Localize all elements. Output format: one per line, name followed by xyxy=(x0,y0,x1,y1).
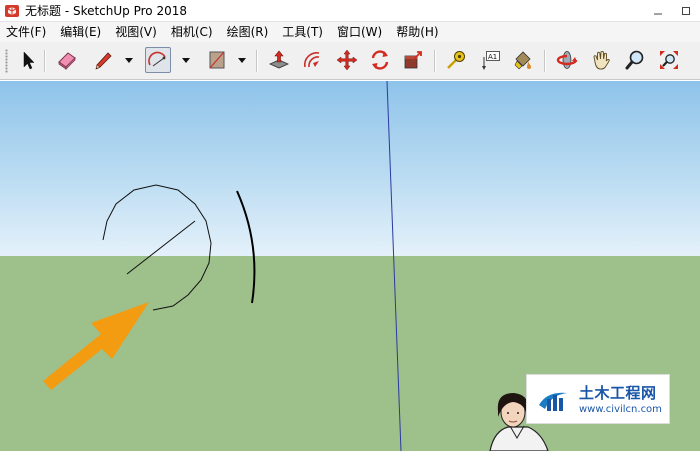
watermark-logo: 土木工程网 www.civilcn.com xyxy=(526,374,670,424)
menu-draw[interactable]: 绘图(R) xyxy=(220,22,276,42)
rectangle-shape-icon xyxy=(209,51,225,69)
window-controls xyxy=(644,0,700,22)
eraser-icon xyxy=(58,52,76,70)
watermark-title: 土木工程网 xyxy=(579,384,657,402)
arc-icon xyxy=(148,51,166,67)
tape-measure-icon xyxy=(447,51,465,69)
completed-arc[interactable] xyxy=(236,190,256,304)
menu-bar: 文件(F) 编辑(E) 视图(V) 相机(C) 绘图(R) 工具(T) 窗口(W… xyxy=(0,22,700,42)
offset-tool-button[interactable] xyxy=(299,47,325,73)
arc-tool-dropdown[interactable] xyxy=(180,47,192,73)
minimize-icon[interactable] xyxy=(644,0,672,22)
chevron-down-icon xyxy=(182,57,190,63)
scale-tool-button[interactable] xyxy=(400,47,426,73)
drawing-viewport[interactable]: 土木工程网 www.civilcn.com xyxy=(0,80,700,451)
civilcn-logo-icon xyxy=(539,392,567,411)
toolbar-grip[interactable] xyxy=(5,49,8,73)
line-tool-button[interactable] xyxy=(91,47,117,73)
text-tool-label: A1 xyxy=(488,53,497,61)
move-tool-button[interactable] xyxy=(334,47,360,73)
rectangle-tool-button[interactable] xyxy=(204,47,230,73)
toolbar-separator xyxy=(434,50,436,72)
sketchup-logo-icon xyxy=(5,4,19,17)
move-icon xyxy=(336,49,358,71)
paint-bucket-tool-button[interactable] xyxy=(510,47,536,73)
rotate-icon xyxy=(371,50,389,70)
window-title: 无标题 - SketchUp Pro 2018 xyxy=(25,4,187,18)
toolbar-separator xyxy=(256,50,258,72)
menu-edit[interactable]: 编辑(E) xyxy=(53,22,108,42)
pan-tool-button[interactable] xyxy=(588,47,614,73)
orbit-tool-button[interactable] xyxy=(554,47,580,73)
rotate-tool-button[interactable] xyxy=(367,47,393,73)
zoom-extents-tool-button[interactable] xyxy=(656,47,682,73)
maximize-icon[interactable] xyxy=(672,0,700,22)
large-toolset-toolbar: A1 xyxy=(0,42,700,80)
watermark-url: www.civilcn.com xyxy=(579,404,662,415)
menu-view[interactable]: 视图(V) xyxy=(108,22,164,42)
pan-hand-icon xyxy=(593,50,610,70)
menu-file[interactable]: 文件(F) xyxy=(0,22,53,42)
toolbar-separator xyxy=(544,50,546,72)
arc-in-progress[interactable] xyxy=(102,184,212,311)
arc-radius-line xyxy=(126,220,196,275)
zoom-icon xyxy=(625,50,644,70)
menu-tools[interactable]: 工具(T) xyxy=(275,22,330,42)
shape-tool-dropdown[interactable] xyxy=(236,47,248,73)
title-bar: 无标题 - SketchUp Pro 2018 xyxy=(0,0,700,22)
offset-icon xyxy=(304,52,320,68)
menu-help[interactable]: 帮助(H) xyxy=(389,22,445,42)
line-tool-dropdown[interactable] xyxy=(123,47,135,73)
arc-tool-button[interactable] xyxy=(145,47,171,73)
push-pull-tool-button[interactable] xyxy=(266,47,292,73)
zoom-tool-button[interactable] xyxy=(622,47,648,73)
eraser-tool-button[interactable] xyxy=(54,47,80,73)
green-axis-line xyxy=(386,81,402,451)
pencil-line-icon xyxy=(95,52,112,70)
select-arrow-icon xyxy=(23,51,35,70)
chevron-down-icon xyxy=(125,57,133,63)
scale-icon xyxy=(404,51,422,69)
tape-measure-tool-button[interactable] xyxy=(443,47,469,73)
pointer-arrow xyxy=(43,302,149,390)
menu-window[interactable]: 窗口(W) xyxy=(330,22,389,42)
chevron-down-icon xyxy=(238,57,246,63)
paint-bucket-icon xyxy=(514,51,531,70)
orbit-icon xyxy=(556,51,578,69)
push-pull-icon xyxy=(269,50,289,69)
text-label-icon: A1 xyxy=(482,51,500,70)
zoom-extents-icon xyxy=(660,51,678,69)
toolbar-separator xyxy=(44,50,46,72)
menu-camera[interactable]: 相机(C) xyxy=(164,22,220,42)
select-tool-button[interactable] xyxy=(15,47,41,73)
text-tool-button[interactable]: A1 xyxy=(477,47,503,73)
